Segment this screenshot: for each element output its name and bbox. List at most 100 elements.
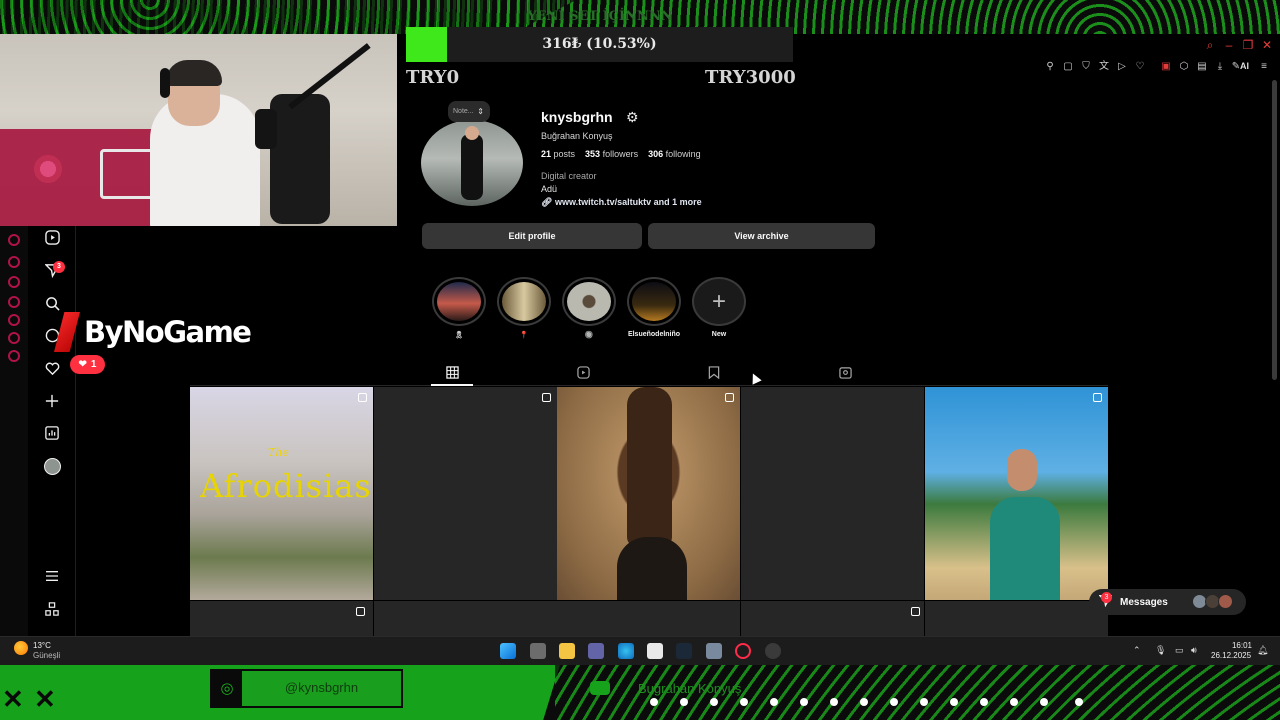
file-explorer-icon[interactable] (559, 643, 575, 659)
edge-icon[interactable] (618, 643, 634, 659)
translate-icon[interactable]: 文 (1098, 61, 1110, 73)
browser-menu-icon[interactable]: ≡ (1258, 61, 1270, 73)
play-icon[interactable]: ▷ (1116, 61, 1128, 73)
heart-icon[interactable]: ♡ (1134, 61, 1146, 73)
story-highlight[interactable] (561, 277, 617, 327)
shield-icon[interactable]: ⛉ (1080, 61, 1092, 73)
profile-full-name: Buğrahan Konyuş (541, 131, 613, 141)
maximize-icon[interactable]: ❐ (1241, 38, 1255, 52)
settings-gear-icon[interactable]: ⚙ (626, 109, 639, 126)
highlight-label: New (711, 331, 727, 338)
donation-goal-max: TRY3000 (705, 67, 796, 88)
rail-app-icon[interactable] (8, 234, 20, 246)
tray-overflow-icon[interactable]: ⌃ (1133, 645, 1141, 656)
likes-notification-pill[interactable]: ❤ 1 (70, 355, 105, 374)
weather-temperature: 13°C (33, 641, 51, 650)
edit-profile-button[interactable]: Edit profile (422, 223, 642, 249)
post-tile[interactable] (557, 387, 740, 600)
task-view-icon[interactable] (530, 643, 546, 659)
post-tile[interactable] (557, 601, 740, 636)
view-archive-button[interactable]: View archive (648, 223, 875, 249)
profile-avatar-icon[interactable] (42, 456, 62, 476)
post-tile[interactable] (741, 387, 924, 600)
minimize-icon[interactable]: – (1222, 38, 1236, 52)
decorative-dot (650, 698, 658, 706)
clock-time[interactable]: 16:01 (1230, 641, 1252, 650)
post-overlay-title: Afrodisias (200, 467, 372, 505)
heart-icon: ❤ (78, 359, 87, 370)
menu-icon[interactable] (42, 566, 62, 586)
decorative-dot (1010, 698, 1018, 706)
messages-label: Messages (1120, 596, 1168, 608)
profile-link[interactable]: 🔗︎ www.twitch.tv/saltuktv and 1 more (541, 197, 702, 208)
decorative-dot (1040, 698, 1048, 706)
rail-app-icon[interactable] (8, 276, 20, 288)
clock-date[interactable]: 26.12.2025 (1211, 651, 1251, 660)
page-scrollbar[interactable] (1272, 80, 1277, 380)
note-bubble[interactable]: Note... ⇕ (448, 101, 490, 122)
notifications-heart-icon[interactable] (42, 358, 62, 378)
instagram-handle: @kynsbgrhn (284, 680, 359, 695)
rail-app-icon[interactable] (8, 256, 20, 268)
search-icon[interactable] (42, 293, 62, 313)
create-plus-icon[interactable] (42, 391, 62, 411)
new-highlight-button[interactable]: + (691, 277, 747, 327)
screenshot-icon[interactable]: ▢ (1062, 61, 1074, 73)
network-icon[interactable]: ▭ (1175, 645, 1184, 656)
profile-picture[interactable] (421, 120, 523, 206)
decorative-dot (950, 698, 958, 706)
also-from-meta-icon[interactable] (42, 599, 62, 619)
tabs-divider (190, 385, 1108, 386)
post-tile[interactable] (925, 387, 1108, 600)
story-highlight[interactable] (431, 277, 487, 327)
rail-app-icon[interactable] (8, 350, 20, 362)
webcam-feed (0, 34, 397, 226)
donation-goal-text: 316₺ (10.53%) (542, 36, 657, 52)
saved-tab-icon[interactable] (707, 366, 721, 380)
extensions-icon[interactable]: ⬡ (1178, 61, 1190, 73)
teams-icon[interactable] (588, 643, 604, 659)
volume-icon[interactable]: 🔊︎ (1191, 645, 1197, 656)
post-tile[interactable] (374, 601, 557, 636)
posts-stat: 21 posts (541, 149, 576, 159)
decorative-dot (830, 698, 838, 706)
carousel-icon (911, 607, 920, 616)
windows-taskbar (0, 636, 1280, 665)
pin-icon[interactable]: ⚲ (1044, 61, 1056, 73)
reels-icon[interactable] (42, 227, 62, 247)
decorative-x-icon: ✕ (34, 684, 56, 714)
capcut-icon[interactable] (647, 643, 663, 659)
profile-category: Digital creator (541, 171, 597, 181)
ai-button[interactable]: AI (1240, 61, 1249, 71)
followers-stat[interactable]: 353 followers (585, 149, 638, 159)
post-tile[interactable] (925, 601, 1108, 636)
posts-grid-tab-icon[interactable] (445, 366, 459, 380)
story-highlight[interactable] (496, 277, 552, 327)
story-highlight[interactable] (626, 277, 682, 327)
notification-bell-icon[interactable]: 🔔︎ (1257, 645, 1268, 656)
microphone-icon[interactable]: 🎙︎ (1155, 645, 1166, 656)
store-icon[interactable] (706, 643, 722, 659)
dashboard-icon[interactable] (42, 423, 62, 443)
weather-sun-icon[interactable] (14, 641, 28, 655)
reels-tab-icon[interactable] (576, 366, 590, 380)
tagged-tab-icon[interactable] (838, 366, 852, 380)
opera-gx-icon[interactable] (735, 643, 751, 659)
post-tile[interactable] (741, 601, 924, 636)
close-icon[interactable]: ✕ (1260, 38, 1274, 52)
following-stat[interactable]: 306 following (648, 149, 701, 159)
rail-app-icon[interactable] (8, 314, 20, 326)
rail-app-icon[interactable] (8, 296, 20, 308)
rail-app-icon[interactable] (8, 332, 20, 344)
steam-icon[interactable] (676, 643, 692, 659)
wallet-icon[interactable]: ▤ (1196, 61, 1208, 73)
search-icon[interactable]: ⌕ (1203, 38, 1217, 52)
download-icon[interactable]: ⤓ (1214, 61, 1226, 73)
messages-badge: 3 (1101, 592, 1112, 603)
extension-badge-icon[interactable]: ▣ (1160, 61, 1172, 73)
start-menu-icon[interactable] (500, 643, 516, 659)
decorative-dot (860, 698, 868, 706)
app-icon[interactable] (765, 643, 781, 659)
post-tile[interactable] (374, 387, 557, 600)
post-tile[interactable] (190, 601, 373, 636)
